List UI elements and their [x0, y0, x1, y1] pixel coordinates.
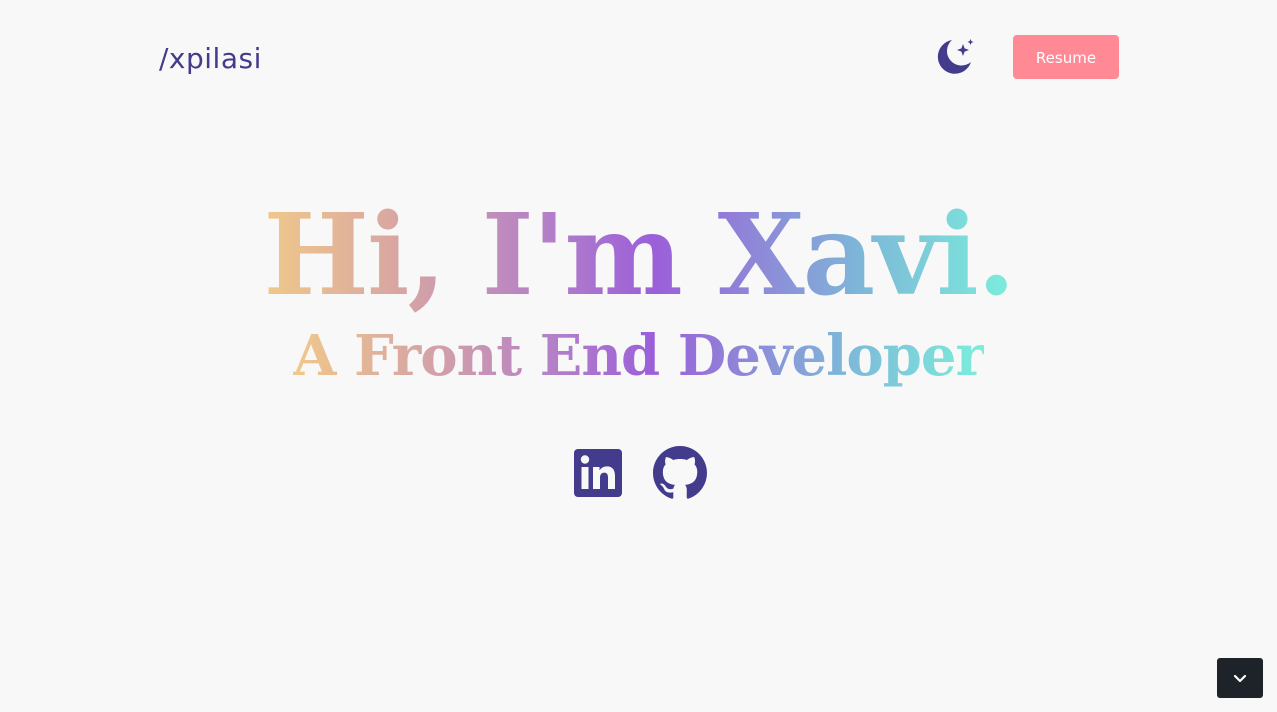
- github-icon: [652, 446, 707, 504]
- resume-button[interactable]: Resume: [1013, 35, 1119, 79]
- chevron-down-icon: [1217, 670, 1263, 686]
- scroll-down-button[interactable]: [1217, 658, 1263, 698]
- github-link[interactable]: [652, 446, 707, 500]
- linkedin-icon: [571, 449, 625, 504]
- hero-headline: Hi, I'm Xavi.: [263, 190, 1016, 321]
- page: /xpilasi Resume Hi, I'm Xavi. A Front En…: [0, 0, 1277, 712]
- hero: Hi, I'm Xavi. A Front End Developer: [0, 190, 1277, 388]
- hero-subheadline: A Front End Developer: [293, 323, 985, 389]
- theme-toggle-button[interactable]: [934, 36, 978, 78]
- social-links: [0, 446, 1277, 500]
- linkedin-link[interactable]: [571, 446, 625, 500]
- site-logo[interactable]: /xpilasi: [159, 40, 262, 78]
- moon-stars-icon: [934, 39, 978, 81]
